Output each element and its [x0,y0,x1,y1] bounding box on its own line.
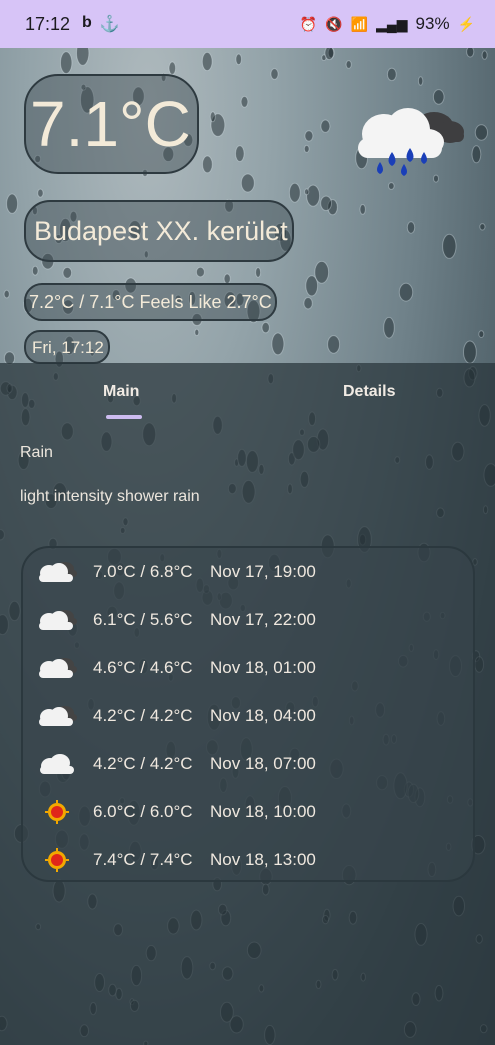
raindrop [320,195,333,212]
raindrop [388,182,395,190]
raindrop [327,335,341,354]
raindrop [471,145,482,164]
cloud-rain-icon [358,108,464,176]
wifi-icon: 📶 [350,15,369,32]
tab-indicator [106,415,142,419]
raindrop [261,321,270,334]
raindrop [255,267,262,278]
raindrop [320,119,331,133]
raindrop [417,76,424,86]
raindrop [481,50,488,60]
raindrop [474,124,488,141]
status-left-icons: b ⚓ [82,14,120,34]
raindrop [386,67,397,82]
forecast-time: Nov 18, 13:00 [210,850,316,869]
status-right: ⏰ 🔇 📶 ▂▄▆ 93% ⚡ [300,14,475,34]
forecast-temps: 6.0°C / 6.0°C [93,802,193,821]
tab-main[interactable]: Main [103,383,139,401]
raindrop [270,68,279,80]
raindrop [37,188,44,198]
raindrop [240,173,255,193]
sun-icon [33,845,81,875]
sun-icon [33,797,81,827]
raindrop [466,46,475,58]
raindrop [463,340,477,364]
mute-icon: 🔇 [325,15,343,32]
raindrop [31,265,39,276]
raindrop [168,61,177,75]
forecast-row: 7.0°C / 6.8°C Nov 17, 19:00 [33,557,316,587]
forecast-row: 6.1°C / 5.6°C Nov 17, 22:00 [33,605,316,635]
partly-cloudy-icon [33,605,81,635]
forecast-row: 4.2°C / 4.2°C Nov 18, 04:00 [33,701,316,731]
raindrop [3,289,10,299]
forecast-temps: 4.2°C / 4.2°C [93,754,193,773]
city-name[interactable]: Budapest XX. kerület [24,200,294,262]
anchor-icon: ⚓ [99,16,120,33]
raindrop [314,260,330,284]
partly-cloudy-icon [33,557,81,587]
tab-bar: Main Details [0,363,495,423]
weather-description: light intensity shower rain [20,488,200,505]
alarm-icon: ⏰ [299,15,318,32]
current-temperature: 7.1°C [24,74,199,174]
raindrop [6,193,19,214]
forecast-row: 6.0°C / 6.0°C Nov 18, 10:00 [33,797,316,827]
raindrop [345,60,352,69]
raindrop [62,266,73,279]
temperature-range-feels-like: 7.2°C / 7.1°C Feels Like 2.7°C [24,283,277,321]
forecast-temps: 6.1°C / 5.6°C [93,610,193,629]
tab-details[interactable]: Details [343,383,395,401]
forecast-row: 4.2°C / 4.2°C Nov 18, 07:00 [33,749,316,779]
raindrop [271,332,285,356]
forecast-time: Nov 18, 10:00 [210,802,316,821]
raindrop [398,282,414,302]
cloud-icon [33,749,81,779]
forecast-temps: 4.2°C / 4.2°C [93,706,193,725]
status-time: 17:12 [25,13,71,34]
raindrop [478,330,485,339]
battery-charging-icon: ⚡ [457,15,475,32]
weather-condition: Rain [20,444,53,461]
raindrop [195,266,205,278]
raindrop [383,316,395,339]
raindrop [442,233,457,259]
raindrop [235,145,245,163]
forecast-time: Nov 17, 19:00 [210,562,316,581]
forecast-time: Nov 18, 01:00 [210,658,316,677]
raindrop [303,144,310,153]
forecast-row: 7.4°C / 7.4°C Nov 18, 13:00 [33,845,316,875]
raindrop [479,223,486,231]
forecast-time: Nov 18, 07:00 [210,754,316,773]
forecast-temps: 7.0°C / 6.8°C [93,562,193,581]
raindrop [235,53,242,66]
raindrop [306,184,321,207]
signal-icon: ▂▄▆ [376,15,408,32]
raindrop [194,328,200,336]
raindrop [304,130,314,142]
raindrop [304,188,310,196]
raindrop [59,51,73,75]
raindrop [303,297,313,310]
forecast-time: Nov 18, 04:00 [210,706,316,725]
raindrop [240,95,249,108]
current-date: Fri, 17:12 [24,330,110,364]
forecast-time: Nov 17, 22:00 [210,610,316,629]
raindrop [209,111,216,123]
status-bar: 17:12 b ⚓ ⏰ 🔇 📶 ▂▄▆ 93% ⚡ [0,0,495,48]
partly-cloudy-icon [33,653,81,683]
raindrop [324,45,335,61]
forecast-row: 4.6°C / 4.6°C Nov 18, 01:00 [33,653,316,683]
raindrop [288,182,301,203]
partly-cloudy-icon [33,701,81,731]
raindrop [201,51,213,72]
raindrop [359,204,366,215]
forecast-temps: 4.6°C / 4.6°C [93,658,193,677]
forecast-list: 7.0°C / 6.8°C Nov 17, 19:00 6.1°C / 5.6°… [21,546,475,882]
raindrop [406,221,416,234]
b-icon: b [82,14,92,31]
raindrop [202,155,213,174]
forecast-temps: 7.4°C / 7.4°C [93,850,193,869]
battery-percent: 93% [415,14,450,33]
